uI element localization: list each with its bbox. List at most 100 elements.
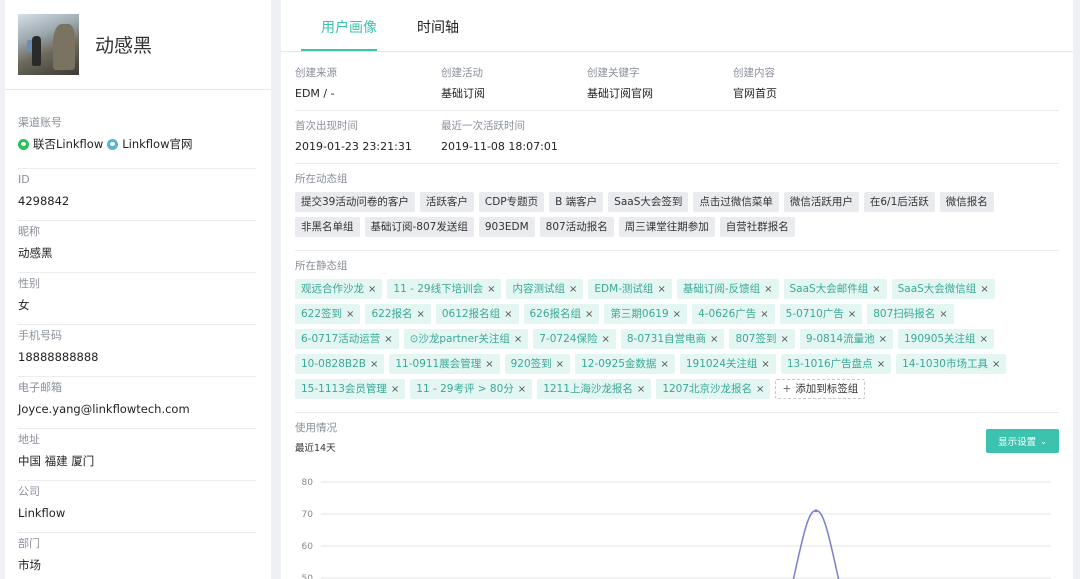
dynamic-group-tag: 自营社群报名 xyxy=(719,217,795,237)
field-phone: 手机号码 18888888888 xyxy=(18,325,256,377)
remove-tag-icon[interactable]: × xyxy=(601,334,609,345)
remove-tag-icon[interactable]: × xyxy=(370,359,378,370)
tag-label: 11-0911展会管理 xyxy=(395,358,482,370)
remove-tag-icon[interactable]: × xyxy=(764,284,772,295)
static-group-tag: SaaS大会微信组 × xyxy=(891,279,995,299)
remove-tag-icon[interactable]: × xyxy=(992,359,1000,370)
static-groups-section: 所在静态组 观远合作沙龙 × 11 - 29线下培训会 × 内容测试组 × EDM-测试组 ×… xyxy=(295,259,1059,413)
remove-tag-icon[interactable]: × xyxy=(504,309,512,320)
remove-tag-icon[interactable]: × xyxy=(673,309,681,320)
usage-titles: 使用情况 最近14天 xyxy=(295,421,337,454)
field-label: ID xyxy=(18,173,30,186)
static-group-tag: 第三期0619 × xyxy=(604,304,688,324)
field-channel: 渠道账号 联否Linkflow Linkflow官网 xyxy=(18,112,256,169)
dynamic-groups-section: 所在动态组 提交39活动问卷的客户 活跃客户 CDP专题页 B 端客户 SaaS大会签到… xyxy=(295,172,1059,251)
static-group-tag: 6-0717活动运营 × xyxy=(295,329,399,349)
section-title: 所在静态组 xyxy=(295,260,348,272)
tag-label: 13-1016广告盘点 xyxy=(786,358,873,370)
remove-tag-icon[interactable]: × xyxy=(384,334,392,345)
remove-tag-icon[interactable]: × xyxy=(346,309,354,320)
remove-tag-icon[interactable]: × xyxy=(872,284,880,295)
usage-section: 使用情况 最近14天 显示设置 ⌄ xyxy=(295,421,1059,454)
remove-tag-icon[interactable]: × xyxy=(416,309,424,320)
tag-label: 内容测试组 xyxy=(512,283,565,295)
static-group-tag: 622签到 × xyxy=(295,304,361,324)
remove-tag-icon[interactable]: × xyxy=(368,284,376,295)
static-group-tag: 7-0724保险 × xyxy=(533,329,616,349)
remove-tag-icon[interactable]: × xyxy=(760,309,768,320)
remove-tag-icon[interactable]: × xyxy=(556,359,564,370)
remove-tag-icon[interactable]: × xyxy=(485,359,493,370)
remove-tag-icon[interactable]: × xyxy=(980,334,988,345)
tag-label: 基础订阅-反馈组 xyxy=(682,283,761,295)
tag-label: 14-1030市场工具 xyxy=(902,358,988,370)
remove-tag-icon[interactable]: × xyxy=(877,359,885,370)
remove-tag-icon[interactable]: × xyxy=(939,309,947,320)
static-group-tag: 0612报名组 × xyxy=(435,304,519,324)
tag-label: 7-0724保险 xyxy=(539,333,598,345)
remove-tag-icon[interactable]: × xyxy=(657,284,665,295)
usage-range: 最近14天 xyxy=(295,443,336,454)
remove-tag-icon[interactable]: × xyxy=(487,284,495,295)
field-label: 部门 xyxy=(18,537,40,550)
static-group-tag: 13-1016广告盘点 × xyxy=(780,354,892,374)
field-id: ID 4298842 xyxy=(18,169,256,221)
remove-tag-icon[interactable]: × xyxy=(848,309,856,320)
add-to-tag-group-button[interactable]: + 添加到标签组 xyxy=(775,379,866,399)
remove-tag-icon[interactable]: × xyxy=(710,334,718,345)
field-value: 市场 xyxy=(18,558,41,572)
static-group-tag: ⊙沙龙partner关注组 × xyxy=(403,329,529,349)
remove-tag-icon[interactable]: × xyxy=(569,284,577,295)
plus-icon: + xyxy=(782,383,792,395)
channel-wechat: 联否Linkflow xyxy=(33,137,104,151)
remove-tag-icon[interactable]: × xyxy=(391,384,399,395)
tab-timeline[interactable]: 时间轴 xyxy=(417,17,459,37)
static-group-tag: 807扫码报名 × xyxy=(867,304,954,324)
info-value: 基础订阅 xyxy=(441,87,485,100)
creation-info-row: 创建来源 EDM / - 创建活动 基础订阅 创建关键字 基础订阅官网 创建内容… xyxy=(295,66,1059,111)
static-group-tag: 15-1113会员管理 × xyxy=(295,379,406,399)
avatar-rock xyxy=(53,24,75,70)
info-value: 2019-01-23 23:21:31 xyxy=(295,140,412,153)
active-tab-indicator xyxy=(301,49,377,51)
remove-tag-icon[interactable]: × xyxy=(756,384,764,395)
tag-label: 10-0828B2B xyxy=(301,358,366,370)
section-title: 所在动态组 xyxy=(295,173,348,185)
remove-tag-icon[interactable]: × xyxy=(780,334,788,345)
y-tick-label: 50 xyxy=(302,574,314,579)
remove-tag-icon[interactable]: × xyxy=(518,384,526,395)
tag-label: 观远合作沙龙 xyxy=(301,283,364,295)
info-source: 创建来源 EDM / - xyxy=(295,66,441,101)
display-settings-button[interactable]: 显示设置 ⌄ xyxy=(986,429,1059,453)
field-nickname: 昵称 动感黑 xyxy=(18,221,256,273)
static-group-tag: 191024关注组 × xyxy=(679,354,776,374)
tab-portrait[interactable]: 用户画像 xyxy=(321,17,377,37)
static-group-tag: 14-1030市场工具 × xyxy=(896,354,1007,374)
dynamic-group-tag: 在6/1后活跃 xyxy=(863,192,935,212)
linkflow-icon xyxy=(107,138,119,150)
remove-tag-icon[interactable]: × xyxy=(660,359,668,370)
dynamic-group-tag: 微信活跃用户 xyxy=(783,192,859,212)
remove-tag-icon[interactable]: × xyxy=(514,334,522,345)
static-group-tag: 626报名组 × xyxy=(523,304,600,324)
static-group-tag: 190905关注组 × xyxy=(897,329,994,349)
static-group-tag: 11 - 29线下培训会 × xyxy=(387,279,502,299)
tag-label: 4-0626广告 xyxy=(698,308,757,320)
info-value: 2019-11-08 18:07:01 xyxy=(441,140,558,153)
user-info-panel: 动感黑 渠道账号 联否Linkflow Linkflow官网 ID 429884… xyxy=(5,0,271,579)
portrait-panel: 用户画像 时间轴 创建来源 EDM / - 创建活动 基础订阅 创建关键字 基础… xyxy=(281,0,1073,579)
channel-values: 联否Linkflow Linkflow官网 xyxy=(18,136,256,152)
remove-tag-icon[interactable]: × xyxy=(761,359,769,370)
static-group-tag: 8-0731自営电商 × xyxy=(620,329,725,349)
remove-tag-icon[interactable]: × xyxy=(637,384,645,395)
info-label: 创建来源 xyxy=(295,67,337,79)
dynamic-group-tag: SaaS大会签到 xyxy=(608,192,689,212)
remove-tag-icon[interactable]: × xyxy=(585,309,593,320)
remove-tag-icon[interactable]: × xyxy=(879,334,887,345)
remove-tag-icon[interactable]: × xyxy=(980,284,988,295)
info-label: 首次出现时间 xyxy=(295,120,358,132)
field-email: 电子邮箱 Joyce.yang@linkflowtech.com xyxy=(18,377,256,429)
field-label: 手机号码 xyxy=(18,329,62,342)
wechat-icon xyxy=(18,138,29,150)
y-tick-label: 70 xyxy=(302,510,314,520)
